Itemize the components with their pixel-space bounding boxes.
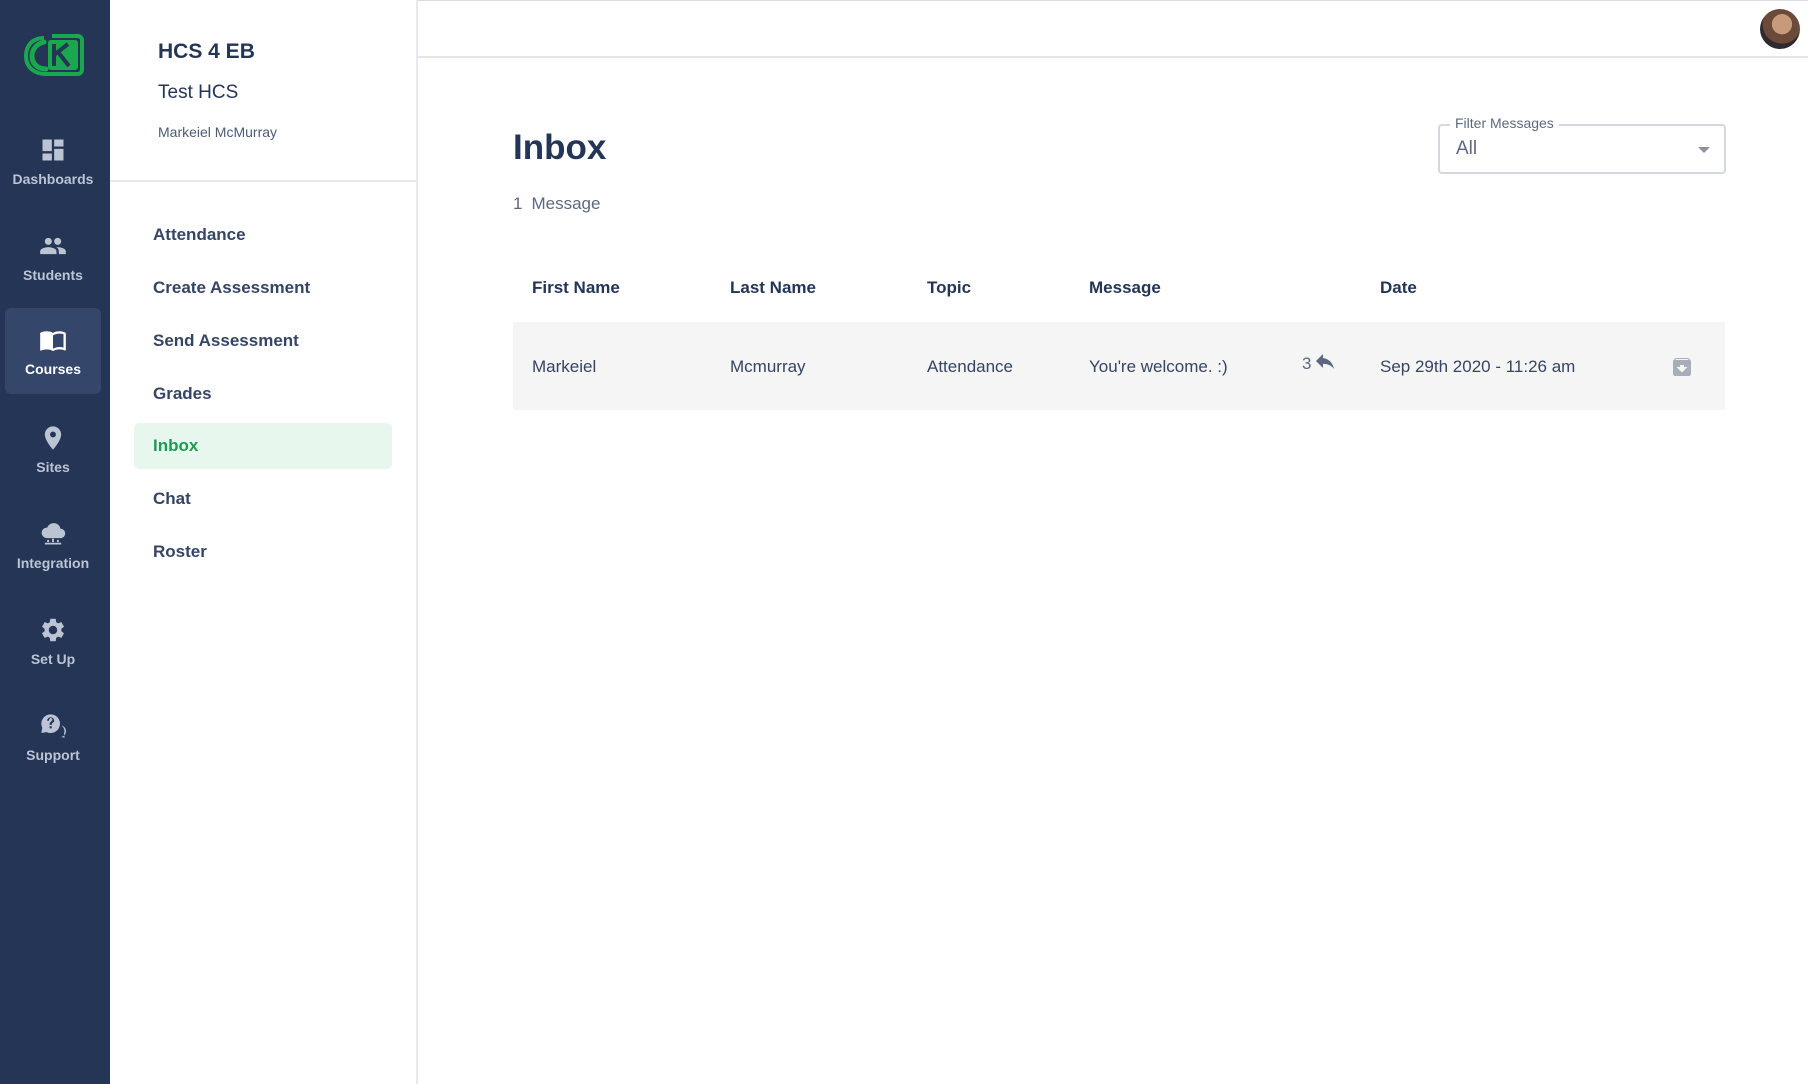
- reply-count-button[interactable]: 3: [1302, 354, 1337, 374]
- rail-item-label: Sites: [36, 458, 70, 475]
- course-nav-inbox[interactable]: Inbox: [134, 423, 392, 469]
- cloud-network-icon: [41, 522, 66, 544]
- rail-item-label: Courses: [24, 360, 82, 377]
- rail-item-courses[interactable]: Courses: [5, 308, 101, 394]
- column-header-first-name[interactable]: First Name: [532, 278, 620, 298]
- course-nav-attendance[interactable]: Attendance: [134, 212, 392, 258]
- course-header: HCS 4 EB Test HCS Markeiel McMurray: [110, 0, 416, 182]
- cell-last-name: Mcmurray: [730, 357, 806, 376]
- message-count-number: 1: [513, 194, 523, 213]
- cell-message: You're welcome. :): [1089, 357, 1228, 376]
- message-count: 1 Message: [513, 194, 609, 214]
- main-nav-rail: Dashboards Students Courses Sites Integr…: [0, 0, 110, 1084]
- cell-first-name: Markeiel: [532, 357, 597, 376]
- archive-button[interactable]: [1670, 355, 1694, 379]
- column-header-last-name[interactable]: Last Name: [730, 278, 816, 298]
- rail-item-label: Integration: [16, 554, 90, 571]
- column-header-date[interactable]: Date: [1380, 278, 1417, 298]
- course-nav-create-assessment[interactable]: Create Assessment: [134, 265, 392, 311]
- reply-icon: [1316, 354, 1335, 369]
- filter-messages-value: All: [1456, 138, 1478, 159]
- help-chat-icon: [41, 713, 67, 738]
- course-subtitle: Test HCS: [158, 82, 239, 103]
- course-nav-chat[interactable]: Chat: [134, 476, 392, 522]
- rail-item-label: Support: [26, 746, 80, 763]
- course-nav-roster[interactable]: Roster: [134, 529, 392, 575]
- course-title: HCS 4 EB: [158, 40, 255, 63]
- app-logo[interactable]: [22, 32, 84, 80]
- page-title: Inbox: [513, 128, 607, 167]
- rail-item-support[interactable]: Support: [5, 694, 101, 780]
- archive-icon: [1673, 358, 1691, 376]
- reply-count: 3: [1302, 354, 1312, 373]
- cell-topic: Attendance: [927, 357, 1014, 376]
- cell-date: Sep 29th 2020 - 11:26 am: [1380, 357, 1576, 376]
- rail-item-label: Students: [23, 266, 83, 283]
- logo-icon: [23, 34, 84, 76]
- chevron-down-icon: [1698, 147, 1710, 153]
- course-panel: HCS 4 EB Test HCS Markeiel McMurray Atte…: [110, 0, 418, 1084]
- filter-messages-label: Filter Messages: [1450, 115, 1559, 131]
- course-teacher: Markeiel McMurray: [158, 124, 278, 140]
- book-icon: [40, 330, 66, 351]
- dashboard-icon: [42, 139, 64, 160]
- rail-item-setup[interactable]: Set Up: [5, 598, 101, 684]
- rail-item-label: Set Up: [30, 650, 76, 667]
- rail-item-dashboards[interactable]: Dashboards: [5, 118, 101, 204]
- message-count-label: Message: [531, 194, 601, 213]
- people-icon: [40, 237, 66, 254]
- rail-item-students[interactable]: Students: [5, 214, 101, 300]
- gear-icon: [42, 618, 64, 641]
- course-nav-grades[interactable]: Grades: [134, 371, 392, 417]
- column-header-message[interactable]: Message: [1089, 278, 1161, 298]
- filter-messages-select[interactable]: Filter Messages All: [1438, 115, 1726, 174]
- user-avatar[interactable]: [1760, 9, 1800, 49]
- column-header-topic[interactable]: Topic: [927, 278, 971, 298]
- rail-item-integration[interactable]: Integration: [5, 502, 101, 588]
- course-nav-send-assessment[interactable]: Send Assessment: [134, 318, 392, 364]
- top-bar: [418, 0, 1808, 58]
- rail-item-sites[interactable]: Sites: [5, 406, 101, 492]
- rail-item-label: Dashboards: [12, 170, 94, 187]
- map-pin-icon: [44, 425, 62, 450]
